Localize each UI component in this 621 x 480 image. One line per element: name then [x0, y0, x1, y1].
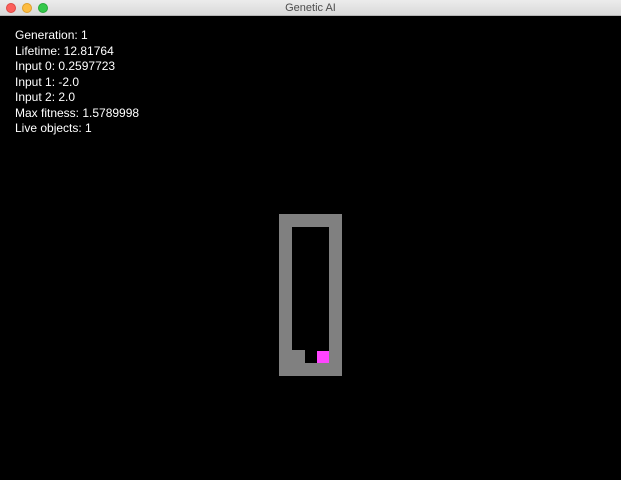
simulation-canvas[interactable]: Generation: 1 Lifetime: 12.81764 Input 0…: [0, 16, 621, 480]
generation-label: Generation: 1: [15, 28, 88, 42]
live-objects-label: Live objects: 1: [15, 121, 92, 135]
app-window: Genetic AI Generation: 1 Lifetime: 12.81…: [0, 0, 621, 480]
stats-overlay: Generation: 1 Lifetime: 12.81764 Input 0…: [15, 28, 139, 137]
agent-square: [317, 351, 329, 363]
title-bar[interactable]: Genetic AI: [0, 0, 621, 16]
input-0-label: Input 0: 0.2597723: [15, 59, 116, 73]
arena-interior: [292, 227, 329, 363]
input-2-label: Input 2: 2.0: [15, 90, 76, 104]
window-title: Genetic AI: [285, 2, 336, 14]
lifetime-label: Lifetime: 12.81764: [15, 43, 114, 58]
input-1-label: Input 1: -2.0: [15, 74, 80, 89]
max-fitness-label: Max fitness: 1.5789998: [15, 105, 140, 120]
arena-obstacle: [292, 350, 305, 363]
